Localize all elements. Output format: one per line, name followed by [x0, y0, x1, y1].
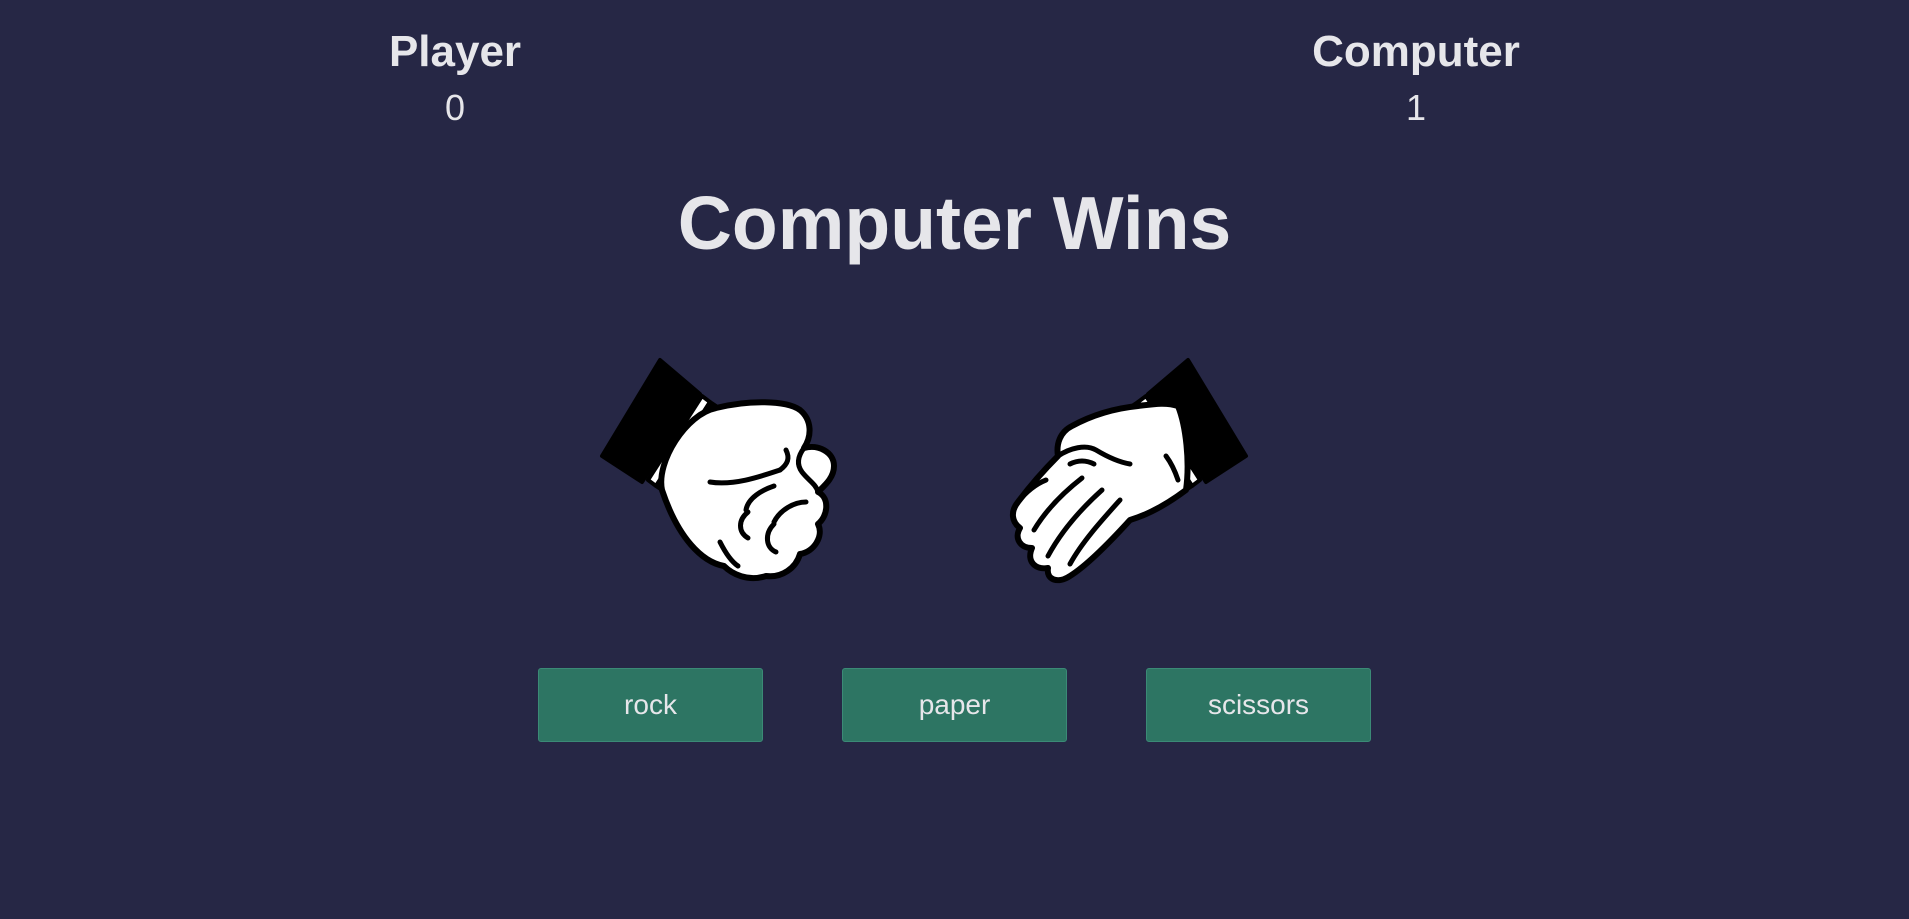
- open-hand-icon: [990, 352, 1250, 592]
- player-label: Player: [388, 27, 522, 76]
- paper-button[interactable]: paper: [842, 668, 1067, 742]
- computer-score: 1: [1405, 87, 1427, 128]
- fist-hand-icon: [598, 352, 858, 592]
- result-message: Computer Wins: [677, 181, 1232, 265]
- player-score-block: Player 0: [305, 26, 605, 128]
- choice-buttons: rock paper scissors: [0, 668, 1909, 742]
- computer-score-block: Computer 1: [1266, 26, 1566, 128]
- computer-label: Computer: [1312, 27, 1520, 76]
- player-score: 0: [444, 87, 466, 128]
- scissors-button[interactable]: scissors: [1146, 668, 1371, 742]
- game-page: Player 0 Computer 1 Computer Wins rock p…: [0, 0, 1909, 919]
- rock-button[interactable]: rock: [538, 668, 763, 742]
